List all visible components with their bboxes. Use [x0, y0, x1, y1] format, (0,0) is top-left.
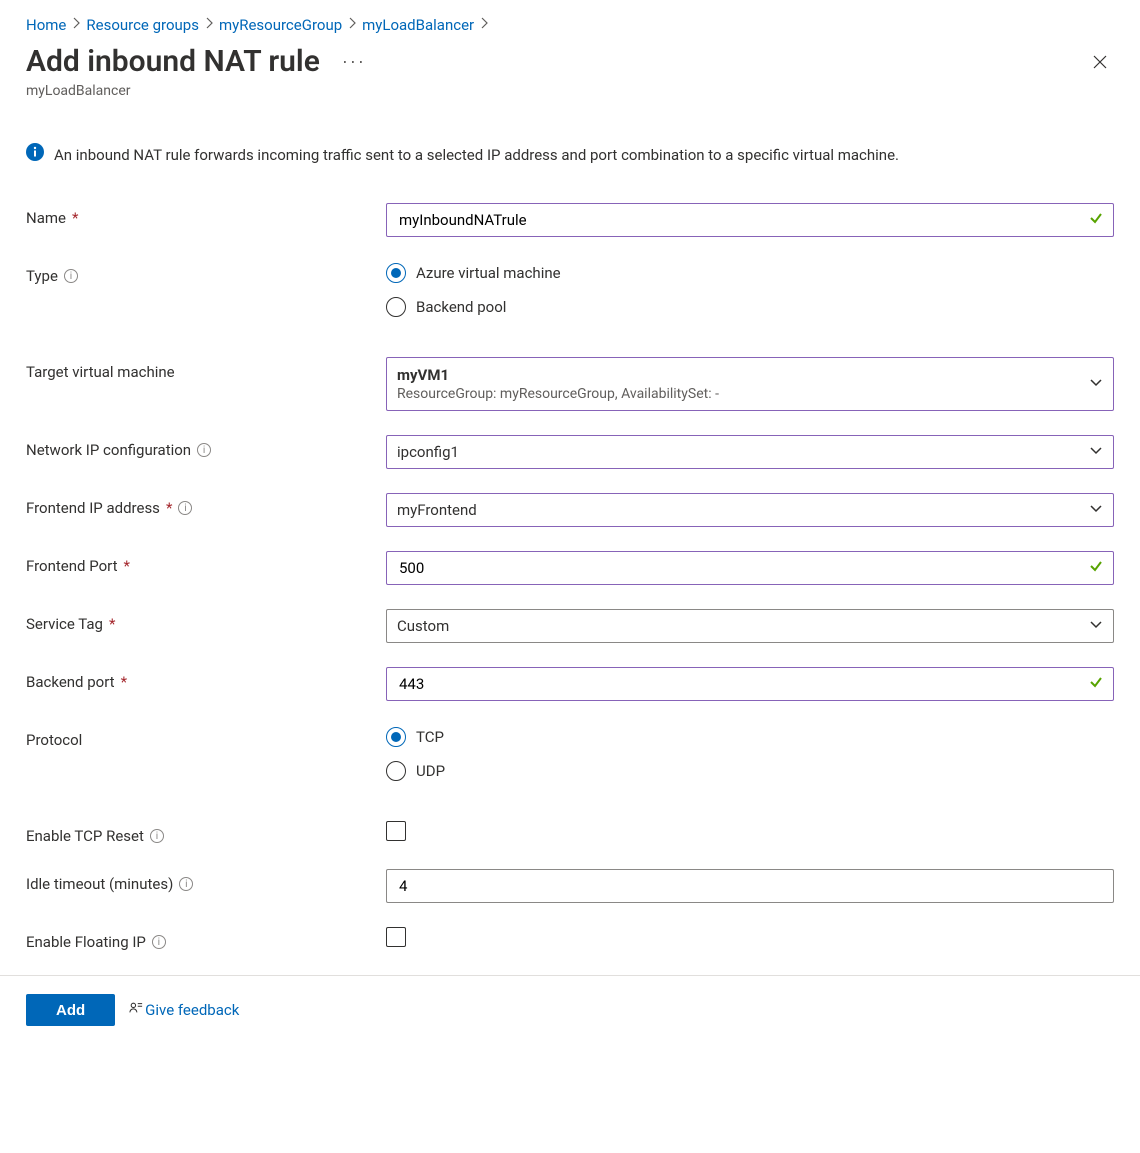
chevron-right-icon [72, 17, 80, 33]
tcp-reset-label: Enable TCP Reset [26, 827, 144, 845]
radio-icon [386, 263, 406, 283]
network-ip-label: Network IP configuration [26, 441, 191, 459]
info-tooltip-icon[interactable]: i [179, 877, 193, 891]
backend-port-label: Backend port [26, 673, 115, 691]
info-tooltip-icon[interactable]: i [178, 501, 192, 515]
required-indicator: * [72, 209, 78, 227]
page-subtitle: myLoadBalancer [26, 83, 370, 99]
type-radio-group: Azure virtual machine Backend pool [386, 261, 1114, 317]
checkmark-icon [1089, 675, 1103, 693]
radio-label: UDP [416, 762, 445, 780]
radio-label: Backend pool [416, 298, 506, 316]
frontend-ip-select[interactable]: myFrontend [386, 493, 1114, 527]
service-tag-select[interactable]: Custom [386, 609, 1114, 643]
chevron-right-icon [348, 17, 356, 33]
chevron-right-icon [480, 17, 488, 33]
target-vm-label: Target virtual machine [26, 363, 175, 381]
breadcrumb: Home Resource groups myResourceGroup myL… [26, 12, 1114, 44]
info-tooltip-icon[interactable]: i [197, 443, 211, 457]
radio-icon [386, 727, 406, 747]
service-tag-value: Custom [397, 617, 449, 635]
chevron-down-icon [1089, 617, 1103, 635]
close-icon [1092, 58, 1108, 73]
protocol-radio-group: TCP UDP [386, 725, 1114, 781]
frontend-port-input[interactable] [397, 552, 1083, 584]
target-vm-select[interactable]: myVM1 ResourceGroup: myResourceGroup, Av… [386, 357, 1114, 411]
radio-icon [386, 761, 406, 781]
backend-port-input[interactable] [397, 668, 1083, 700]
frontend-port-label: Frontend Port [26, 557, 117, 575]
radio-icon [386, 297, 406, 317]
checkmark-icon [1089, 211, 1103, 229]
type-radio-azure-vm[interactable]: Azure virtual machine [386, 263, 1114, 283]
protocol-label: Protocol [26, 731, 82, 749]
info-tooltip-icon[interactable]: i [152, 935, 166, 949]
idle-timeout-label: Idle timeout (minutes) [26, 875, 173, 893]
name-label: Name [26, 209, 66, 227]
required-indicator: * [109, 615, 115, 633]
protocol-radio-udp[interactable]: UDP [386, 761, 1114, 781]
add-button[interactable]: Add [26, 994, 115, 1026]
frontend-ip-value: myFrontend [397, 501, 477, 519]
more-actions-button[interactable]: ··· [338, 47, 370, 76]
chevron-down-icon [1089, 501, 1103, 519]
target-vm-sub: ResourceGroup: myResourceGroup, Availabi… [397, 386, 1083, 402]
backend-port-input-wrapper [386, 667, 1114, 701]
service-tag-label: Service Tag [26, 615, 103, 633]
breadcrumb-item-my-load-balancer[interactable]: myLoadBalancer [362, 16, 474, 34]
feedback-link[interactable]: Give feedback [129, 1001, 239, 1019]
network-ip-value: ipconfig1 [397, 443, 459, 461]
name-input[interactable] [397, 204, 1083, 236]
required-indicator: * [123, 557, 129, 575]
floating-ip-checkbox[interactable] [386, 927, 406, 947]
info-tooltip-icon[interactable]: i [64, 269, 78, 283]
page-title: Add inbound NAT rule [26, 44, 320, 79]
idle-timeout-input-wrapper [386, 869, 1114, 903]
idle-timeout-input[interactable] [397, 870, 1103, 902]
required-indicator: * [121, 673, 127, 691]
frontend-port-input-wrapper [386, 551, 1114, 585]
feedback-label: Give feedback [145, 1001, 239, 1019]
chevron-down-icon [1089, 443, 1103, 461]
info-tooltip-icon[interactable]: i [150, 829, 164, 843]
chevron-down-icon [1089, 375, 1103, 393]
feedback-icon [129, 1001, 143, 1019]
close-button[interactable] [1086, 48, 1114, 79]
breadcrumb-item-home[interactable]: Home [26, 16, 66, 34]
radio-label: Azure virtual machine [416, 264, 561, 282]
info-text: An inbound NAT rule forwards incoming tr… [54, 143, 899, 167]
info-icon [26, 143, 44, 161]
checkmark-icon [1089, 559, 1103, 577]
info-banner: An inbound NAT rule forwards incoming tr… [26, 143, 1114, 167]
radio-label: TCP [416, 728, 444, 746]
breadcrumb-item-resource-groups[interactable]: Resource groups [86, 16, 199, 34]
type-radio-backend-pool[interactable]: Backend pool [386, 297, 1114, 317]
tcp-reset-checkbox[interactable] [386, 821, 406, 841]
floating-ip-label: Enable Floating IP [26, 933, 146, 951]
required-indicator: * [166, 499, 172, 517]
frontend-ip-label: Frontend IP address [26, 499, 160, 517]
footer: Add Give feedback [0, 975, 1140, 1044]
breadcrumb-item-my-resource-group[interactable]: myResourceGroup [219, 16, 342, 34]
chevron-right-icon [205, 17, 213, 33]
type-label: Type [26, 267, 58, 285]
target-vm-value: myVM1 [397, 366, 1083, 384]
network-ip-select[interactable]: ipconfig1 [386, 435, 1114, 469]
name-input-wrapper [386, 203, 1114, 237]
protocol-radio-tcp[interactable]: TCP [386, 727, 1114, 747]
